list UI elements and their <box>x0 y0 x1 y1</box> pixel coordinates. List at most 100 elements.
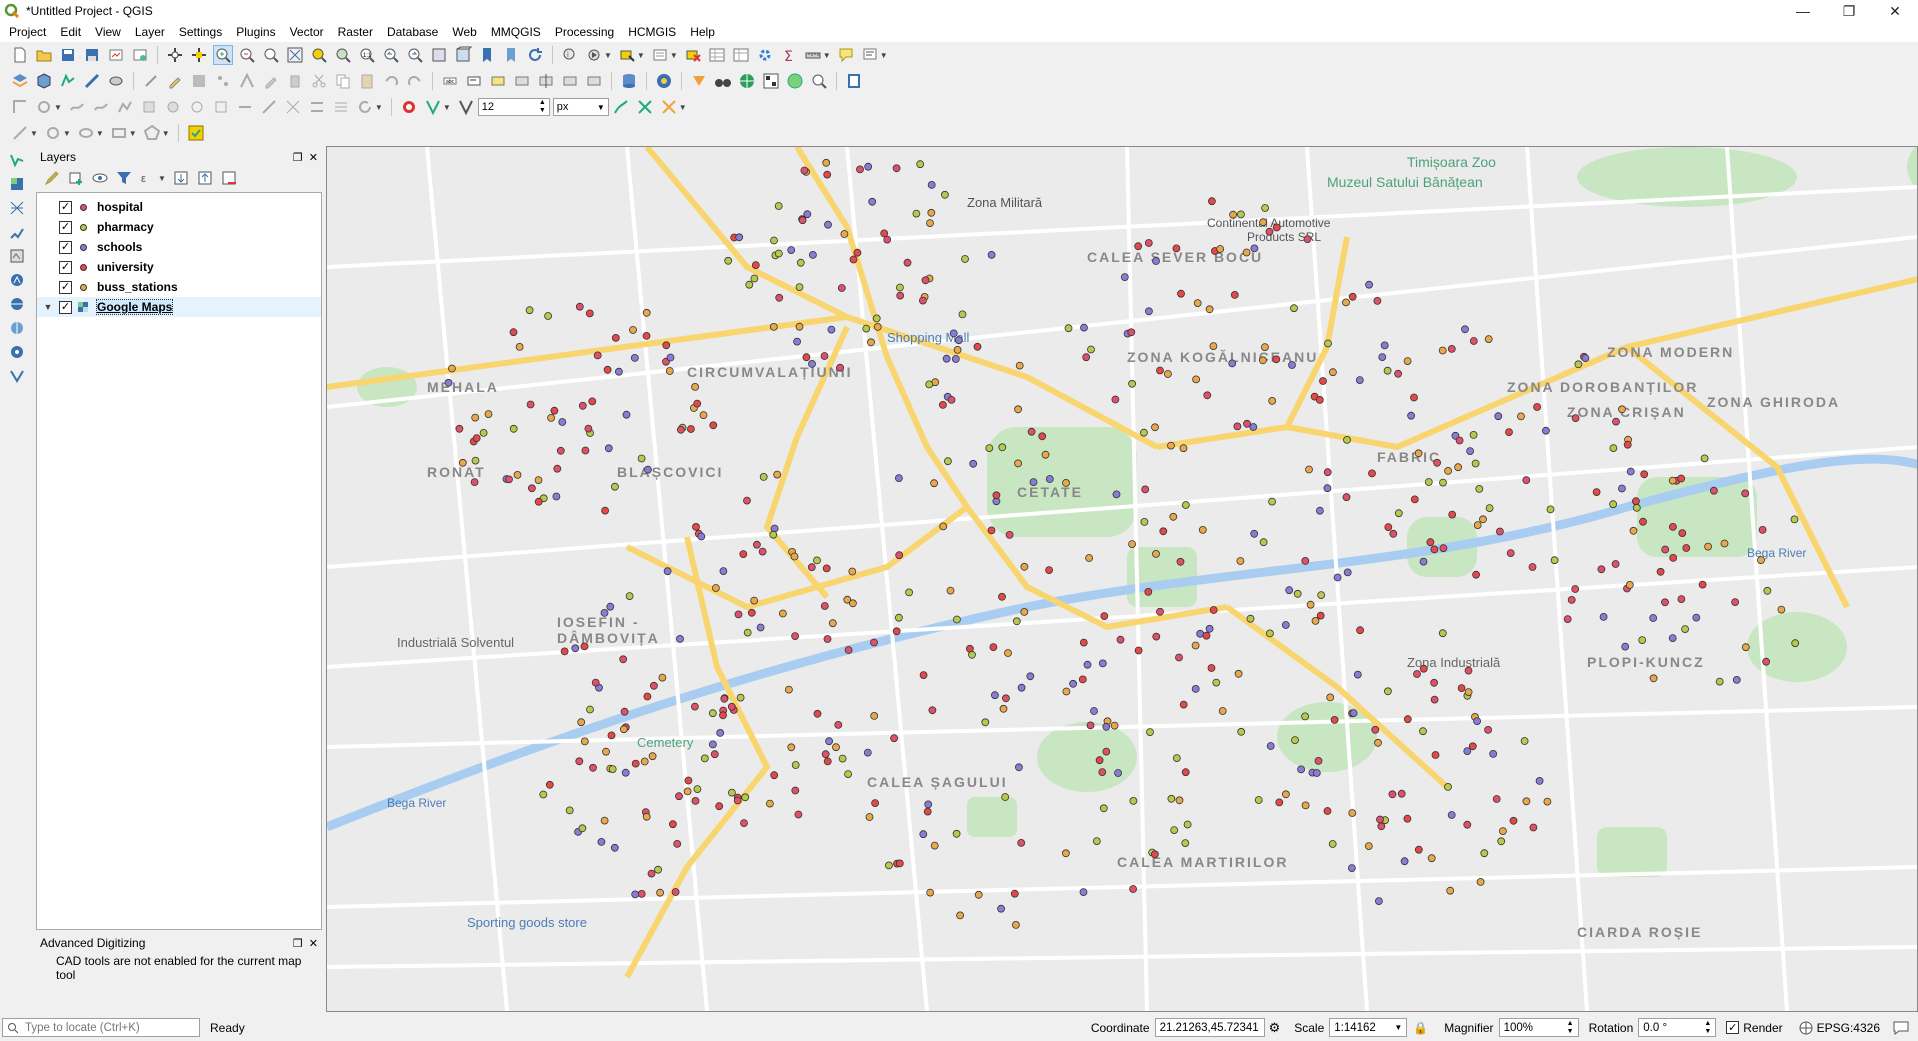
poi-point[interactable] <box>1342 493 1351 502</box>
poi-point[interactable] <box>1207 664 1216 672</box>
poi-point[interactable] <box>1303 235 1312 243</box>
poi-point[interactable] <box>625 592 634 601</box>
reshape-features-icon[interactable] <box>67 97 87 117</box>
poi-point[interactable] <box>793 337 802 346</box>
poi-point[interactable] <box>550 406 559 415</box>
poi-point[interactable] <box>693 399 702 408</box>
poi-point[interactable] <box>1609 500 1617 509</box>
poi-point[interactable] <box>1020 607 1029 616</box>
poi-point[interactable] <box>1212 678 1221 687</box>
poi-point[interactable] <box>1394 369 1402 378</box>
poi-point[interactable] <box>1377 822 1386 831</box>
plugin-geocode-icon[interactable] <box>689 71 709 91</box>
add-postgis-icon[interactable] <box>7 270 27 290</box>
poi-point[interactable] <box>1144 587 1153 596</box>
poi-point[interactable] <box>1494 412 1503 421</box>
poi-point[interactable] <box>1790 515 1799 524</box>
poi-point[interactable] <box>807 563 816 572</box>
poi-point[interactable] <box>1092 837 1101 845</box>
new-3d-view-icon[interactable] <box>453 45 473 65</box>
poi-point[interactable] <box>1414 845 1423 854</box>
poi-point[interactable] <box>525 306 534 315</box>
poi-point[interactable] <box>870 638 878 647</box>
poi-point[interactable] <box>942 354 951 363</box>
fill-ring-icon[interactable] <box>163 97 183 117</box>
modify-attributes-icon[interactable] <box>261 71 281 91</box>
poi-point[interactable] <box>1172 244 1181 253</box>
poi-point[interactable] <box>895 613 903 622</box>
poi-point[interactable] <box>1266 742 1275 750</box>
poi-point[interactable] <box>961 255 969 263</box>
add-raster-layer-icon[interactable] <box>7 174 27 194</box>
move-label-icon[interactable] <box>536 71 556 91</box>
poi-point[interactable] <box>1045 475 1054 483</box>
poi-point[interactable] <box>1328 840 1337 848</box>
poi-point[interactable] <box>798 216 807 225</box>
poi-point[interactable] <box>1384 687 1392 696</box>
poi-point[interactable] <box>1324 339 1332 348</box>
poi-point[interactable] <box>697 532 706 541</box>
poi-point[interactable] <box>1476 878 1485 886</box>
show-bookmarks-icon[interactable] <box>501 45 521 65</box>
chevron-down-icon[interactable]: ▼ <box>375 103 383 112</box>
render-toggle[interactable]: ✓ Render <box>1726 1021 1783 1035</box>
poi-point[interactable] <box>642 331 651 340</box>
poi-point[interactable] <box>1720 539 1729 548</box>
poi-point[interactable] <box>1457 684 1466 692</box>
poi-point[interactable] <box>743 496 751 505</box>
poi-point[interactable] <box>1233 422 1242 431</box>
poi-point[interactable] <box>1191 641 1200 650</box>
poi-point[interactable] <box>849 599 857 608</box>
poi-point[interactable] <box>795 283 804 292</box>
poi-point[interactable] <box>968 650 976 659</box>
poi-point[interactable] <box>1389 529 1398 538</box>
menu-vector[interactable]: Vector <box>283 22 331 42</box>
poi-point[interactable] <box>604 444 613 453</box>
poi-point[interactable] <box>956 911 964 920</box>
poi-point[interactable] <box>1014 459 1022 468</box>
poi-point[interactable] <box>939 522 948 531</box>
poi-point[interactable] <box>836 363 844 372</box>
messages-icon[interactable] <box>1892 1020 1910 1036</box>
poi-point[interactable] <box>727 702 736 711</box>
poi-point[interactable] <box>794 810 803 819</box>
layer-visibility-checkbox[interactable]: ✓ <box>59 280 72 294</box>
poi-point[interactable] <box>743 628 752 637</box>
poi-point[interactable] <box>1272 223 1281 232</box>
poi-point[interactable] <box>872 314 881 323</box>
poi-point[interactable] <box>733 796 742 805</box>
poi-point[interactable] <box>1484 335 1493 344</box>
digitize-circle-icon[interactable] <box>43 123 63 143</box>
poi-point[interactable] <box>773 470 782 479</box>
poi-point[interactable] <box>883 235 892 244</box>
close-panel-icon[interactable]: ✕ <box>309 151 318 164</box>
chevron-down-icon[interactable]: ▼ <box>158 174 166 183</box>
chevron-down-icon[interactable]: ▼ <box>604 51 612 60</box>
poi-point[interactable] <box>1301 801 1310 810</box>
layer-labeling-icon[interactable] <box>464 71 484 91</box>
add-ring-icon[interactable] <box>34 97 54 117</box>
poi-point[interactable] <box>958 310 967 319</box>
poi-point[interactable] <box>610 843 619 852</box>
poi-point[interactable] <box>1249 423 1258 431</box>
poi-point[interactable] <box>1176 557 1185 566</box>
poi-point[interactable] <box>1731 598 1739 607</box>
poi-point[interactable] <box>1528 563 1537 571</box>
digitize-with-segment-icon[interactable] <box>10 123 30 143</box>
poi-point[interactable] <box>1413 670 1421 678</box>
poi-point[interactable] <box>1080 323 1088 332</box>
poi-point[interactable] <box>1496 527 1504 536</box>
poi-point[interactable] <box>1026 672 1035 681</box>
poi-point[interactable] <box>1461 325 1469 334</box>
poi-point[interactable] <box>1661 598 1669 607</box>
poi-point[interactable] <box>601 506 610 515</box>
spin-arrows-icon[interactable]: ▲ ▼ <box>539 99 546 115</box>
chevron-down-icon[interactable]: ▼ <box>54 103 62 112</box>
poi-point[interactable] <box>603 365 612 374</box>
poi-point[interactable] <box>647 869 656 878</box>
snapping-icon[interactable] <box>423 97 443 117</box>
poi-point[interactable] <box>643 465 652 474</box>
poi-point[interactable] <box>1216 245 1225 253</box>
poi-point[interactable] <box>774 249 783 258</box>
poi-point[interactable] <box>591 678 600 687</box>
